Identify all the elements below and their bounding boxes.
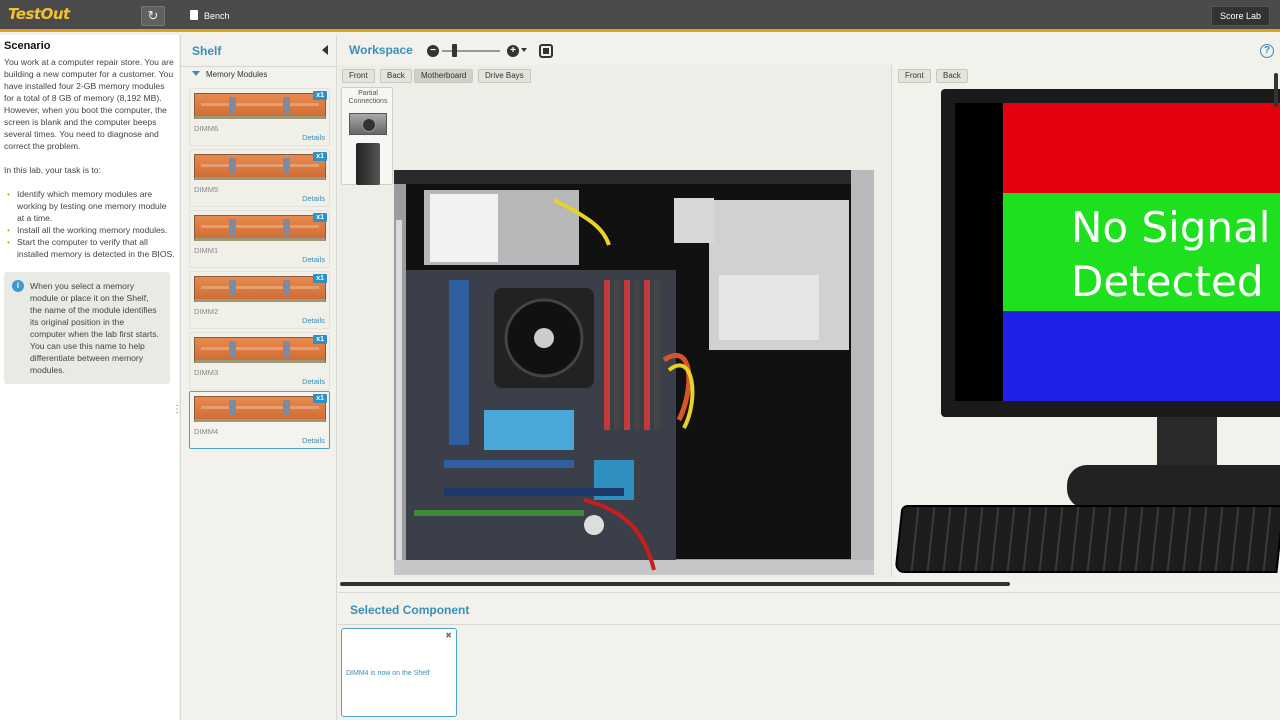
help-icon[interactable]: ? — [1260, 44, 1274, 58]
memory-module-image — [194, 337, 326, 363]
info-note: i When you select a memory module or pla… — [4, 272, 170, 384]
bench-icon — [190, 10, 198, 20]
fit-view-icon[interactable] — [539, 44, 553, 58]
memory-module-image — [194, 154, 326, 180]
case-thumbnail[interactable] — [356, 143, 380, 185]
testout-logo: TestOut — [8, 5, 70, 23]
zoom-slider-track[interactable] — [442, 50, 500, 52]
shelf-item-dimm2[interactable]: x1 DIMM2 Details — [189, 271, 330, 329]
bench-tab-label: Bench — [204, 11, 230, 21]
selected-component-message: DIMM4 is now on the Shelf — [346, 670, 430, 677]
shelf-divider — [181, 66, 337, 67]
quantity-badge: x1 — [313, 91, 327, 100]
info-icon: i — [12, 280, 24, 292]
workspace-header: Workspace − + ? — [338, 35, 1280, 65]
scenario-panel: Scenario You work at a computer repair s… — [0, 35, 182, 720]
view-front-button[interactable]: Front — [342, 69, 375, 83]
workspace-view: Front Back Motherboard Drive Bays Partia… — [338, 65, 1280, 592]
monitor-back-button[interactable]: Back — [936, 69, 968, 83]
task-item: Identify which memory modules are workin… — [4, 188, 175, 224]
zoom-in-icon[interactable]: + — [507, 45, 519, 57]
workspace-panel: Workspace − + ? Front Back Motherboard D… — [338, 35, 1280, 592]
task-item: Start the computer to verify that all in… — [4, 236, 175, 260]
scenario-intro: You work at a computer repair store. You… — [4, 57, 174, 151]
collapse-shelf-icon[interactable] — [322, 45, 328, 55]
details-link[interactable]: Details — [302, 194, 325, 203]
group-label-text: Memory Modules — [206, 70, 268, 79]
module-name: DIMM3 — [194, 368, 219, 377]
memory-module-image — [194, 276, 326, 302]
scenario-title: Scenario — [4, 40, 51, 52]
shelf-item-dimm3[interactable]: x1 DIMM3 Details — [189, 332, 330, 390]
memory-module-image — [194, 215, 326, 241]
module-name: DIMM6 — [194, 124, 219, 133]
details-link[interactable]: Details — [302, 255, 325, 264]
workspace-title: Workspace — [349, 43, 413, 57]
details-link[interactable]: Details — [302, 133, 325, 142]
module-name: DIMM1 — [194, 246, 219, 255]
module-name: DIMM2 — [194, 307, 219, 316]
horizontal-scrollbar-thumb[interactable] — [340, 582, 1010, 586]
keyboard-image[interactable] — [894, 505, 1280, 573]
scenario-task-intro: In this lab, your task is to: — [4, 165, 101, 175]
quantity-badge: x1 — [313, 152, 327, 161]
memory-modules-group[interactable]: Memory Modules — [192, 70, 267, 79]
shelf-item-dimm1[interactable]: x1 DIMM1 Details — [189, 210, 330, 268]
partial-connections-panel: Partial Connections — [341, 87, 393, 185]
details-link[interactable]: Details — [302, 436, 325, 445]
score-lab-button[interactable]: Score Lab — [1210, 6, 1270, 26]
computer-case-interior[interactable] — [394, 170, 894, 575]
shelf-panel: Shelf Memory Modules x1 DIMM6 Details x1… — [180, 35, 337, 720]
zoom-dropdown-icon[interactable] — [521, 48, 527, 52]
partial-connections-label: Partial Connections — [348, 90, 388, 105]
selected-component-card[interactable]: ✖ DIMM4 is now on the Shelf — [341, 628, 457, 717]
details-link[interactable]: Details — [302, 316, 325, 325]
task-list: Identify which memory modules are workin… — [4, 188, 175, 260]
memory-module-image — [194, 93, 326, 119]
top-bar: TestOut ↻ Bench Score Lab — [0, 0, 1280, 32]
quantity-badge: x1 — [313, 335, 327, 344]
quantity-badge: x1 — [313, 274, 327, 283]
monitor-screen: No Signal Detected — [955, 103, 1280, 401]
selected-component-panel: Selected Component ✖ DIMM4 is now on the… — [338, 592, 1280, 720]
view-back-button[interactable]: Back — [380, 69, 412, 83]
shelf-item-dimm5[interactable]: x1 DIMM5 Details — [189, 149, 330, 207]
info-note-text: When you select a memory module or place… — [30, 281, 159, 375]
quantity-badge: x1 — [313, 394, 327, 403]
details-link[interactable]: Details — [302, 377, 325, 386]
shelf-item-dimm4[interactable]: x1 DIMM4 Details — [189, 391, 330, 449]
memory-module-image — [194, 396, 326, 422]
shelf-title: Shelf — [192, 44, 222, 58]
expand-triangle-icon — [192, 71, 200, 76]
horizontal-scrollbar[interactable] — [338, 578, 1280, 592]
no-signal-text: No Signal Detected — [1071, 203, 1271, 306]
monitor-base — [1067, 465, 1280, 509]
task-item: Install all the working memory modules. — [4, 224, 175, 236]
zoom-out-icon[interactable]: − — [427, 45, 439, 57]
bench-tab[interactable]: Bench — [190, 8, 230, 24]
monitor-front-button[interactable]: Front — [898, 69, 931, 83]
zoom-slider-thumb[interactable] — [452, 44, 457, 57]
selected-divider — [338, 624, 1280, 625]
module-name: DIMM4 — [194, 427, 219, 436]
monitor-image[interactable]: No Signal Detected — [941, 89, 1280, 417]
shelf-item-dimm6[interactable]: x1 DIMM6 Details — [189, 88, 330, 146]
view-motherboard-button[interactable]: Motherboard — [414, 69, 474, 83]
vertical-scrollbar-thumb[interactable] — [1274, 73, 1278, 107]
quantity-badge: x1 — [313, 213, 327, 222]
module-name: DIMM5 — [194, 185, 219, 194]
selected-component-title: Selected Component — [350, 603, 470, 617]
power-supply-thumbnail[interactable] — [349, 113, 387, 135]
refresh-icon: ↻ — [147, 8, 159, 23]
refresh-button[interactable]: ↻ — [141, 6, 165, 26]
monitor-view: Front Back No Signal Detected — [891, 65, 1280, 577]
close-icon[interactable]: ✖ — [445, 631, 452, 640]
view-drive-bays-button[interactable]: Drive Bays — [478, 69, 531, 83]
